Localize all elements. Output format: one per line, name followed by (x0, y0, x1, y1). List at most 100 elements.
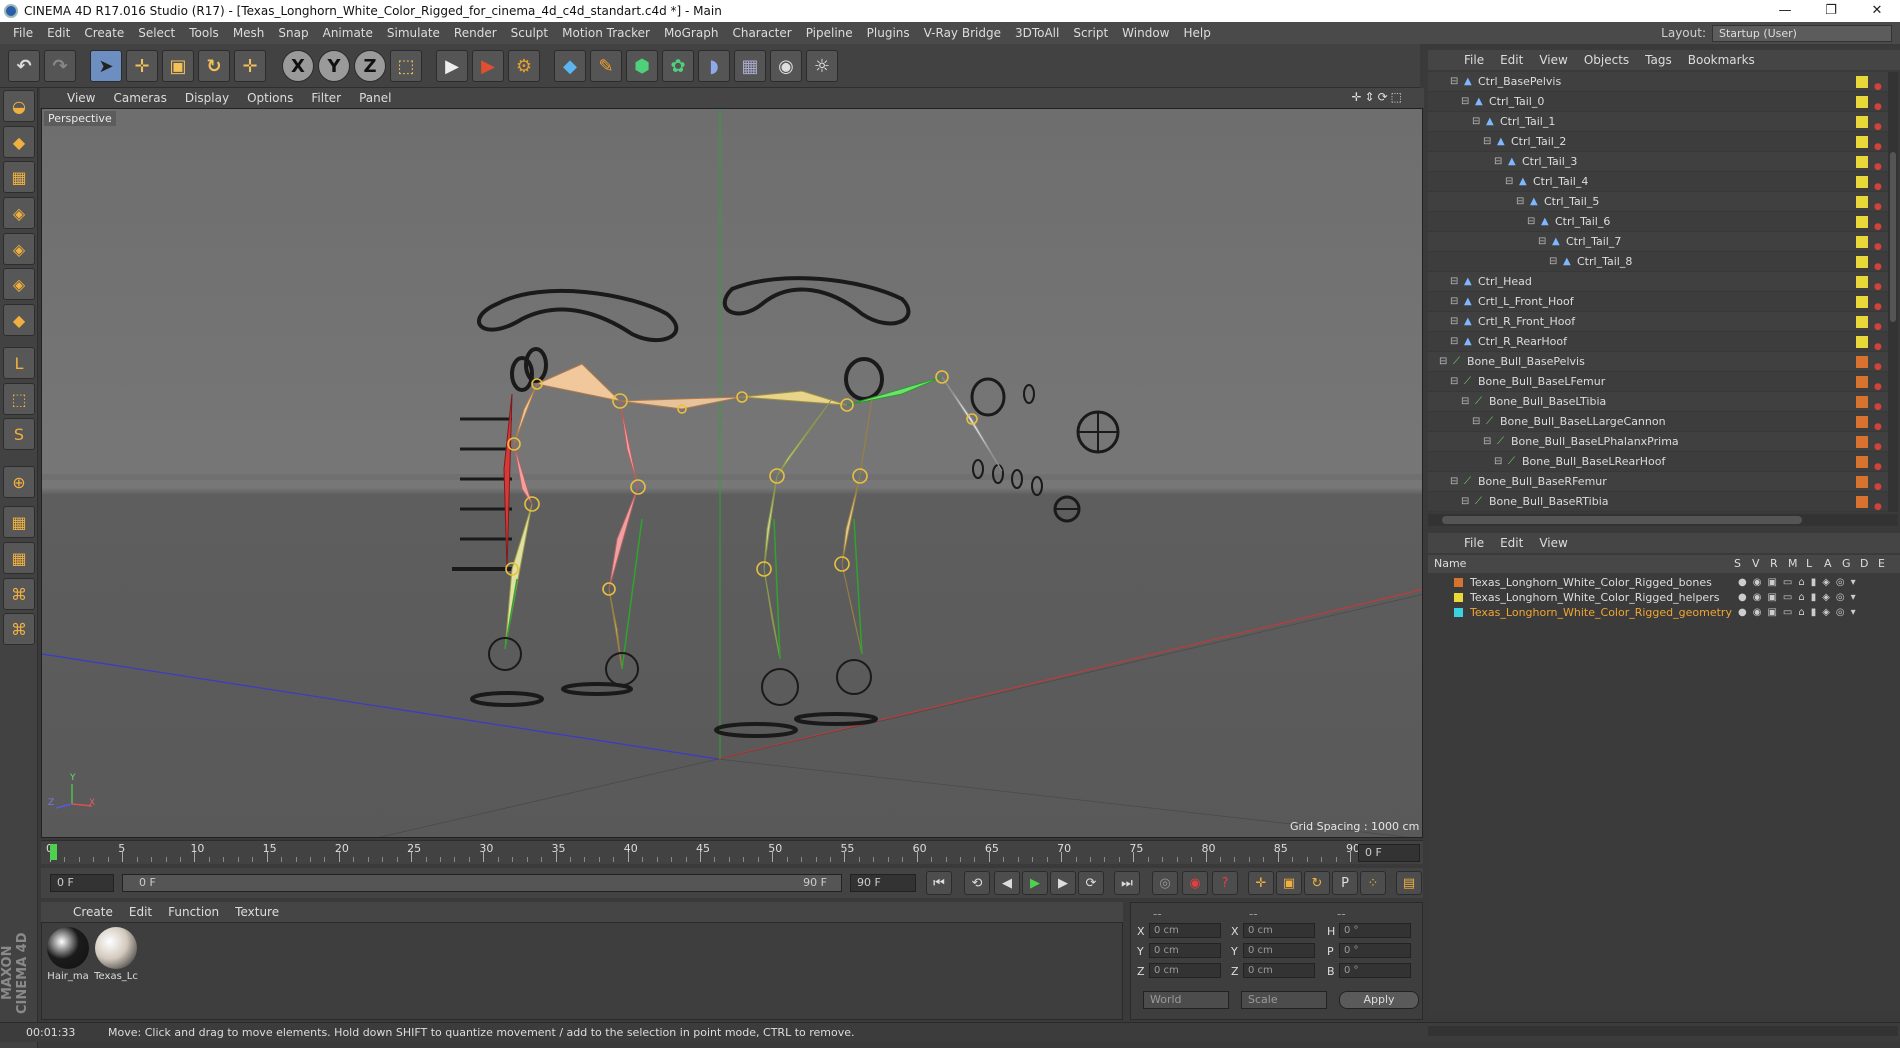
coord-c-field[interactable]: 0 ° (1339, 943, 1411, 958)
expand-toggle-icon[interactable]: ⊟ (1450, 272, 1458, 292)
layer-color-swatch[interactable] (1856, 296, 1868, 308)
layer-menu-view[interactable]: View (1531, 536, 1575, 550)
menu-v-ray-bridge[interactable]: V-Ray Bridge (917, 26, 1008, 40)
object-manager-vscrollbar[interactable] (1888, 72, 1898, 512)
object-row-ctrl-tail-2[interactable]: ⊟ ▲ Ctrl_Tail_2 ● (1428, 132, 1888, 152)
viewport-menu-panel[interactable]: Panel (350, 91, 400, 105)
left-tool-5[interactable]: ◈ (3, 268, 35, 300)
left-tool-1[interactable]: ◆ (3, 126, 35, 158)
layer-color-swatch[interactable] (1856, 136, 1868, 148)
object-menu-edit[interactable]: Edit (1492, 53, 1531, 67)
object-row-crtl-l-front-hoof[interactable]: ⊟ ▲ Crtl_L_Front_Hoof ● (1428, 292, 1888, 312)
layer-color-swatch[interactable] (1856, 176, 1868, 188)
expand-toggle-icon[interactable]: ⊟ (1450, 312, 1458, 332)
object-row-ctrl-basepelvis[interactable]: ⊟ ▲ Ctrl_BasePelvis ● (1428, 72, 1888, 92)
object-row-bone-bull-baselrearhoof[interactable]: ⊟ ⟋ Bone_Bull_BaseLRearHoof ● (1428, 452, 1888, 472)
object-manager-tree[interactable]: ⊟ ▲ Ctrl_BasePelvis ● ⊟ ▲ Ctrl_Tail_0 ● ⊟ ▲ Ctrl_T… (1428, 72, 1888, 512)
expand-toggle-icon[interactable]: ⊟ (1494, 152, 1502, 172)
expand-toggle-icon[interactable]: ⊟ (1472, 412, 1480, 432)
coordinate-system-button[interactable]: ⬚ (390, 50, 422, 82)
y-axis-lock[interactable]: Y (318, 50, 350, 82)
live-selection-tool[interactable]: ➤ (90, 50, 122, 82)
layer-color-swatch[interactable] (1856, 376, 1868, 388)
left-tool-6[interactable]: ◆ (3, 304, 35, 336)
coord-b-field[interactable]: 0 cm (1243, 963, 1315, 978)
layer-flag-header-e[interactable]: E (1878, 555, 1885, 573)
record-active-button[interactable]: ◎ (1152, 871, 1178, 895)
menu-animate[interactable]: Animate (316, 26, 380, 40)
layer-name[interactable]: Texas_Longhorn_White_Color_Rigged_geomet… (1470, 605, 1732, 620)
menu-script[interactable]: Script (1066, 26, 1115, 40)
menu-character[interactable]: Character (725, 26, 798, 40)
left-tool-8[interactable]: ⬚ (3, 383, 35, 415)
object-row-bone-bull-baselfemur[interactable]: ⊟ ⟋ Bone_Bull_BaseLFemur ● (1428, 372, 1888, 392)
object-row-crtl-r-front-hoof[interactable]: ⊟ ▲ Crtl_R_Front_Hoof ● (1428, 312, 1888, 332)
object-row-bone-bull-baselphalanxprima[interactable]: ⊟ ⟋ Bone_Bull_BaseLPhalanxPrima ● (1428, 432, 1888, 452)
object-row-bone-bull-basertibia[interactable]: ⊟ ⟋ Bone_Bull_BaseRTibia ● (1428, 492, 1888, 512)
material-swatch[interactable]: Hair_ma (46, 927, 90, 987)
redo-button[interactable]: ↷ (44, 50, 76, 82)
menu-motion-tracker[interactable]: Motion Tracker (555, 26, 657, 40)
layer-name[interactable]: Texas_Longhorn_White_Color_Rigged_bones (1470, 575, 1712, 590)
subdivision-surface-button[interactable]: ⬢ (626, 50, 658, 82)
next-frame-button[interactable]: ▶ (1050, 871, 1076, 895)
left-tool-12[interactable]: ▦ (3, 542, 35, 574)
viewport-menu-cameras[interactable]: Cameras (104, 91, 175, 105)
left-tool-13[interactable]: ⌘ (3, 578, 35, 610)
layer-flag-header-g[interactable]: G (1842, 555, 1851, 573)
menu-create[interactable]: Create (77, 26, 131, 40)
object-row-bone-bull-baseltibia[interactable]: ⊟ ⟋ Bone_Bull_BaseLTibia ● (1428, 392, 1888, 412)
go-to-start-button[interactable]: ⏮ (926, 871, 952, 895)
layer-color-swatch[interactable] (1856, 416, 1868, 428)
left-tool-14[interactable]: ⌘ (3, 613, 35, 645)
material-menu-texture[interactable]: Texture (227, 905, 287, 919)
layer-color-swatch[interactable] (1856, 116, 1868, 128)
coord-b-field[interactable]: 0 cm (1243, 923, 1315, 938)
render-view-button[interactable]: ▶ (436, 50, 468, 82)
layer-flag-header-d[interactable]: D (1860, 555, 1868, 573)
left-tool-2[interactable]: ▦ (3, 161, 35, 193)
render-settings-button[interactable]: ⚙ (508, 50, 540, 82)
current-frame-field[interactable]: 0 F (1358, 844, 1420, 862)
left-tool-10[interactable]: ⊕ (3, 466, 35, 498)
coord-a-field[interactable]: 0 cm (1149, 923, 1221, 938)
key-scale-button[interactable]: ▣ (1276, 871, 1302, 895)
layer-color-swatch[interactable] (1856, 276, 1868, 288)
left-tool-3[interactable]: ◈ (3, 197, 35, 229)
material-menu-edit[interactable]: Edit (121, 905, 160, 919)
next-key-button[interactable]: ⟳ (1078, 871, 1104, 895)
layer-flag-header-l[interactable]: L (1806, 555, 1812, 573)
object-menu-objects[interactable]: Objects (1576, 53, 1637, 67)
floor-object-button[interactable]: ▦ (734, 50, 766, 82)
menu-snap[interactable]: Snap (271, 26, 315, 40)
layer-color-swatch[interactable] (1856, 76, 1868, 88)
expand-toggle-icon[interactable]: ⊟ (1450, 332, 1458, 352)
layer-color-swatch[interactable] (1856, 316, 1868, 328)
material-menu-function[interactable]: Function (160, 905, 227, 919)
expand-toggle-icon[interactable]: ⊟ (1450, 292, 1458, 312)
expand-toggle-icon[interactable]: ⊟ (1439, 352, 1447, 372)
minimize-button[interactable]: — (1762, 0, 1808, 22)
recent-transform-tool[interactable]: ✛ (234, 50, 266, 82)
menu-mograph[interactable]: MoGraph (657, 26, 726, 40)
scale-tool[interactable]: ▣ (162, 50, 194, 82)
timeline-window-button[interactable]: ▤ (1396, 871, 1422, 895)
move-tool[interactable]: ✛ (126, 50, 158, 82)
expand-toggle-icon[interactable]: ⊟ (1450, 372, 1458, 392)
menu-mesh[interactable]: Mesh (226, 26, 272, 40)
layer-name[interactable]: Texas_Longhorn_White_Color_Rigged_helper… (1470, 590, 1719, 605)
autokey-button[interactable]: ◉ (1182, 871, 1208, 895)
z-axis-lock[interactable]: Z (354, 50, 386, 82)
layer-flag-toggles[interactable]: ●◉▣▭⌂▮◈◎▾ (1738, 590, 1862, 605)
object-row-ctrl-r-rearhoof[interactable]: ⊟ ▲ Ctrl_R_RearHoof ● (1428, 332, 1888, 352)
menu-file[interactable]: File (6, 26, 40, 40)
object-row-ctrl-head[interactable]: ⊟ ▲ Ctrl_Head ● (1428, 272, 1888, 292)
object-menu-view[interactable]: View (1531, 53, 1575, 67)
layer-color-swatch[interactable] (1856, 256, 1868, 268)
object-menu-file[interactable]: File (1456, 53, 1492, 67)
key-pla-button[interactable]: ⁘ (1360, 871, 1386, 895)
perspective-viewport[interactable] (41, 108, 1423, 838)
play-button[interactable]: ▶ (1022, 871, 1048, 895)
layer-flag-header-a[interactable]: A (1824, 555, 1832, 573)
layer-color-swatch[interactable] (1856, 436, 1868, 448)
